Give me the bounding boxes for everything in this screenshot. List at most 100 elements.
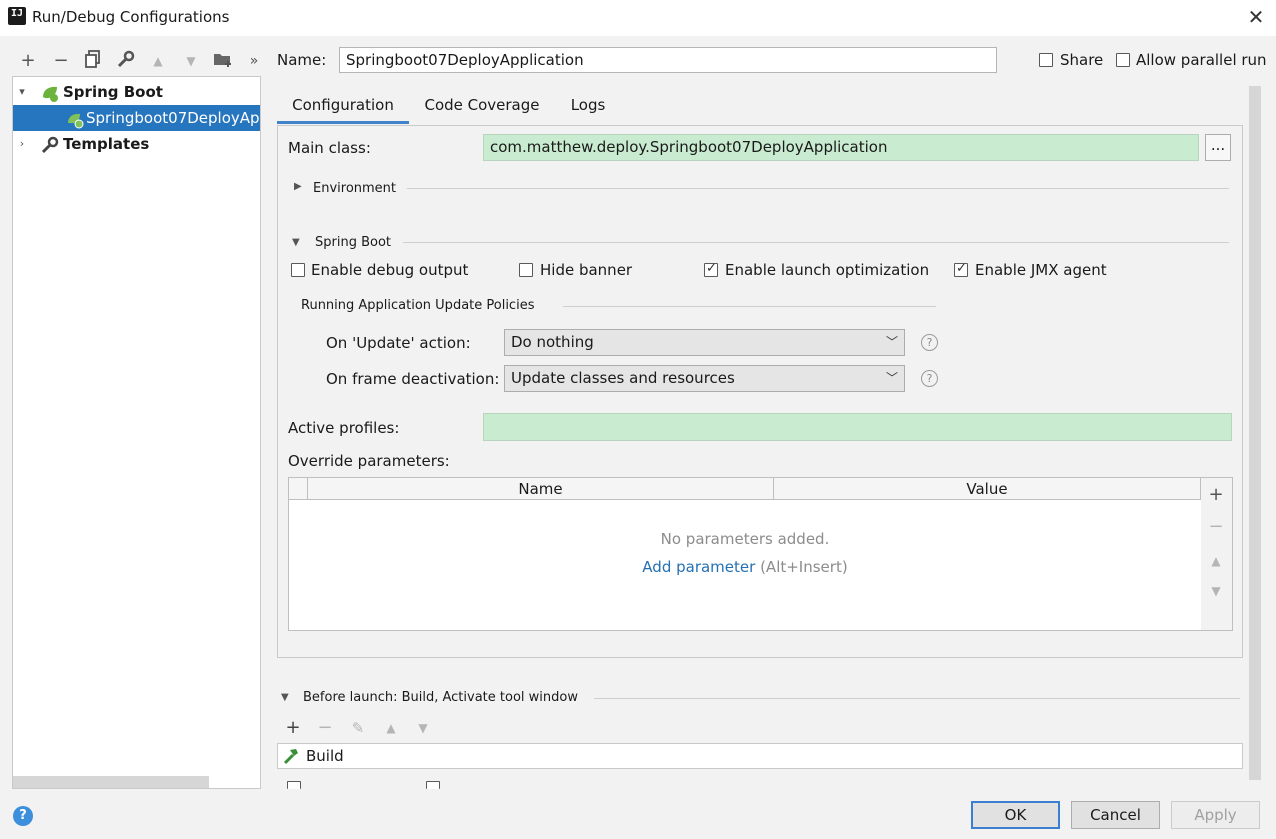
add-parameter-hint: Add parameter (Alt+Insert) — [289, 558, 1201, 576]
chevron-right-icon[interactable]: ▶ — [294, 181, 302, 192]
add-icon[interactable]: + — [284, 719, 302, 737]
build-task[interactable]: Build — [306, 747, 344, 765]
tree-item-springboot07deployapplication[interactable]: Springboot07DeployApplication — [13, 105, 260, 131]
main-class-label: Main class: — [288, 139, 371, 157]
active-profiles-input[interactable] — [483, 413, 1232, 441]
move-down-icon[interactable]: ▼ — [1207, 582, 1225, 600]
browse-button[interactable]: ... — [1205, 134, 1231, 161]
spring-boot-divider — [403, 242, 1229, 243]
vertical-scrollbar[interactable] — [1249, 86, 1261, 780]
wrench-glyph — [117, 50, 135, 68]
tree-item-spring-boot[interactable]: ▾ Spring Boot — [13, 79, 260, 105]
enable-debug-output-checkbox[interactable] — [291, 263, 305, 277]
update-policies-divider — [563, 306, 936, 307]
window-title: Run/Debug Configurations — [32, 8, 230, 26]
add-parameter-link[interactable]: Add parameter — [642, 558, 755, 576]
name-input[interactable]: Springboot07DeployApplication — [339, 47, 997, 73]
show-page-checkbox[interactable] — [287, 781, 301, 789]
update-action-value: Do nothing — [511, 333, 594, 351]
column-header-value[interactable]: Value — [774, 478, 1201, 500]
allow-parallel-checkbox[interactable] — [1116, 53, 1130, 67]
new-folder-icon[interactable] — [212, 50, 234, 72]
override-parameters-label: Override parameters: — [288, 452, 450, 470]
cancel-button[interactable]: Cancel — [1071, 801, 1160, 829]
chevron-down-icon[interactable]: ▼ — [292, 237, 300, 248]
table-corner — [289, 478, 308, 500]
title-bar: IJ Run/Debug Configurations ✕ — [0, 0, 1276, 36]
environment-divider — [407, 188, 1229, 189]
copy-glyph — [85, 50, 100, 68]
wrench-icon — [41, 131, 59, 157]
close-icon[interactable]: ✕ — [1244, 5, 1268, 29]
hammer-icon — [282, 747, 300, 769]
help-icon[interactable]: ? — [13, 806, 33, 826]
pencil-icon[interactable]: ✎ — [349, 719, 367, 737]
frame-deactivation-label: On frame deactivation: — [326, 370, 500, 388]
main-class-input[interactable]: com.matthew.deploy.Springboot07DeployApp… — [483, 134, 1199, 161]
move-down-icon[interactable]: ▼ — [414, 719, 432, 737]
enable-launch-optimization-label: Enable launch optimization — [725, 261, 930, 279]
chevron-down-icon[interactable]: ▾ — [16, 79, 28, 105]
apply-button[interactable]: Apply — [1171, 801, 1260, 829]
share-checkbox[interactable] — [1039, 53, 1053, 67]
spring-boot-section: Spring Boot — [315, 235, 392, 250]
tab-logs[interactable]: Logs — [558, 88, 618, 124]
move-up-icon[interactable]: ▲ — [382, 719, 400, 737]
add-icon[interactable]: + — [1207, 486, 1225, 504]
environment-section[interactable]: Environment — [313, 181, 396, 196]
frame-deactivation-select[interactable]: Update classes and resources ﹀ — [504, 365, 905, 392]
chevron-down-icon: ﹀ — [885, 371, 898, 385]
column-header-name[interactable]: Name — [308, 478, 774, 500]
remove-icon[interactable]: − — [1207, 518, 1225, 536]
tree-horizontal-scrollbar[interactable] — [13, 776, 209, 788]
enable-launch-optimization-checkbox[interactable] — [704, 261, 718, 277]
copy-icon[interactable] — [82, 50, 104, 72]
move-up-icon[interactable]: ▲ — [1207, 552, 1225, 570]
tab-configuration[interactable]: Configuration — [277, 88, 409, 124]
share-label: Share — [1060, 51, 1104, 69]
name-label: Name: — [277, 51, 327, 69]
spring-boot-run-icon — [66, 105, 86, 131]
before-launch-list[interactable]: Build — [277, 743, 1243, 769]
configuration-tree[interactable]: ▾ Spring Boot Springboot07DeployApplicat… — [12, 76, 261, 789]
tree-label: Spring Boot — [63, 83, 163, 101]
table-toolbar: + − ▲ ▼ — [1201, 477, 1233, 631]
hide-banner-checkbox[interactable] — [519, 263, 533, 277]
tree-label: Templates — [63, 135, 150, 153]
enable-debug-output-label: Enable debug output — [311, 261, 469, 279]
frame-deactivation-value: Update classes and resources — [511, 369, 735, 387]
before-launch-divider — [594, 698, 1240, 699]
remove-icon[interactable]: − — [50, 50, 72, 72]
enable-jmx-agent-checkbox[interactable] — [954, 261, 968, 277]
add-icon[interactable]: + — [17, 50, 39, 72]
add-parameter-shortcut: (Alt+Insert) — [760, 558, 848, 576]
move-down-icon[interactable]: ▼ — [180, 50, 202, 72]
override-parameters-table[interactable]: Name Value No parameters added. Add para… — [288, 477, 1202, 631]
hide-banner-label: Hide banner — [540, 261, 633, 279]
move-up-icon[interactable]: ▲ — [147, 50, 169, 72]
empty-table-text: No parameters added. — [660, 530, 830, 548]
ok-button[interactable]: OK — [971, 801, 1060, 829]
help-icon[interactable]: ? — [921, 370, 938, 387]
spring-boot-icon — [40, 79, 60, 105]
update-policies-heading: Running Application Update Policies — [301, 298, 535, 313]
remove-icon[interactable]: − — [316, 719, 334, 737]
activate-tool-window-checkbox[interactable] — [426, 781, 440, 789]
update-action-label: On 'Update' action: — [326, 334, 471, 352]
tree-label: Springboot07DeployApplication — [86, 109, 260, 127]
tree-item-templates[interactable]: › Templates — [13, 131, 260, 157]
chevron-down-icon: ﹀ — [885, 335, 898, 349]
intellij-logo-icon: IJ — [6, 5, 28, 27]
enable-jmx-agent-label: Enable JMX agent — [975, 261, 1107, 279]
update-action-select[interactable]: Do nothing ﹀ — [504, 329, 905, 356]
chevron-right-icon[interactable]: › — [16, 131, 28, 157]
help-icon[interactable]: ? — [921, 334, 938, 351]
chevron-down-icon[interactable]: ▼ — [281, 692, 289, 703]
active-profiles-label: Active profiles: — [288, 419, 400, 437]
allow-parallel-label: Allow parallel run — [1136, 51, 1267, 69]
more-icon[interactable]: » — [243, 50, 265, 72]
before-launch-heading: Before launch: Build, Activate tool wind… — [303, 690, 578, 705]
tab-code-coverage[interactable]: Code Coverage — [413, 88, 551, 124]
wrench-icon[interactable] — [115, 50, 137, 72]
folder-glyph — [214, 54, 231, 67]
